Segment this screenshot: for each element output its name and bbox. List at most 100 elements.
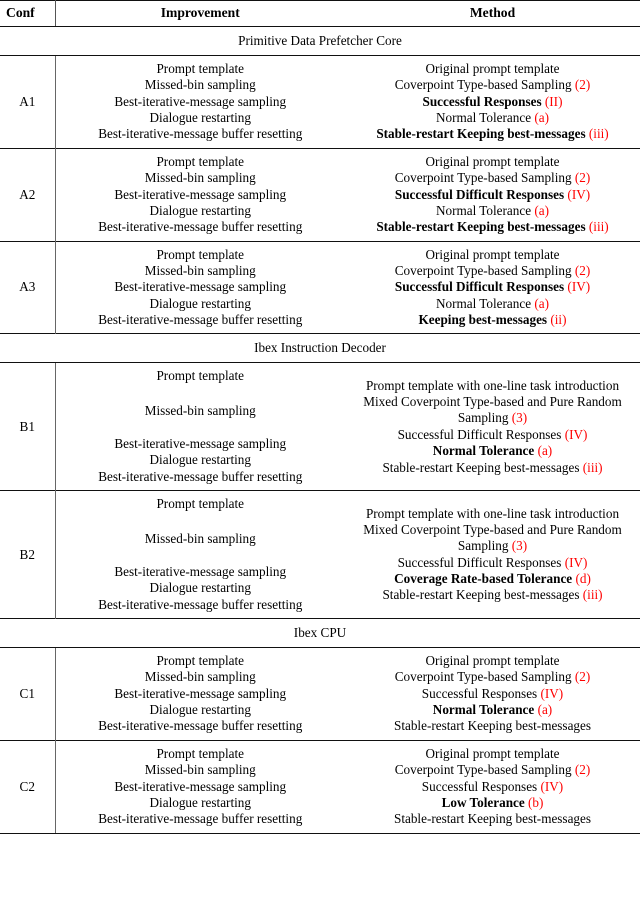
method-cell: Original prompt template Coverpoint Type-… bbox=[345, 739, 640, 834]
method-tag: (IV) bbox=[564, 554, 588, 570]
method-line: Stable-restart Keeping best-messages (ii… bbox=[349, 460, 636, 476]
table-row: B2 Prompt template Missed-bin sampling Best… bbox=[0, 490, 640, 619]
method-text: Original prompt template bbox=[425, 246, 560, 262]
method-line: Coverage Rate-based Tolerance (d) bbox=[349, 571, 636, 587]
improvement-line: Dialogue restarting bbox=[149, 202, 251, 218]
method-text: Coverage Rate-based Tolerance bbox=[394, 570, 573, 586]
method-line: Successful Responses (IV) bbox=[349, 779, 636, 795]
improvement-line: Dialogue restarting bbox=[149, 452, 251, 468]
improvement-cell: Prompt template Missed-bin sampling Best-i… bbox=[55, 490, 345, 619]
method-text: Stable-restart Keeping best-messages bbox=[393, 718, 591, 734]
method-line: Coverpoint Type-based Sampling (2) bbox=[349, 669, 636, 685]
improvement-line: Missed-bin sampling bbox=[144, 170, 256, 186]
header-row: Conf Improvement Method bbox=[0, 0, 640, 27]
method-line: Normal Tolerance (a) bbox=[349, 203, 636, 219]
method-text: Normal Tolerance bbox=[432, 443, 535, 459]
method-text: Successful Difficult Responses bbox=[397, 554, 562, 570]
method-tag: (2) bbox=[574, 762, 591, 778]
method-text: Prompt template with one-line task intro… bbox=[365, 505, 620, 521]
improvement-line: Prompt template bbox=[156, 496, 245, 512]
method-text: Successful Responses bbox=[421, 778, 538, 794]
method-text: Coverpoint Type-based Sampling bbox=[394, 762, 572, 778]
method-line: Stable-restart Keeping best-messages (ii… bbox=[349, 587, 636, 603]
method-tag: (a) bbox=[537, 702, 553, 718]
improvement-cell: Prompt template Missed-bin sampling Best-i… bbox=[55, 147, 345, 242]
improvement-line: Best-iterative-message sampling bbox=[114, 685, 287, 701]
method-line: Original prompt template bbox=[349, 653, 636, 669]
method-line: Original prompt template bbox=[349, 247, 636, 263]
method-text: Successful Responses bbox=[421, 685, 538, 701]
method-text: Low Tolerance bbox=[441, 794, 525, 810]
method-line: Original prompt template bbox=[349, 746, 636, 762]
conf-label: C1 bbox=[0, 647, 56, 741]
column-header-method: Method bbox=[345, 0, 640, 27]
method-cell: Original prompt template Coverpoint Type-… bbox=[345, 147, 640, 242]
method-line: Low Tolerance (b) bbox=[349, 795, 636, 811]
table-body: Primitive Data Prefetcher Core A1 Prompt t… bbox=[0, 26, 640, 834]
method-text: Stable-restart Keeping best-messages bbox=[393, 811, 591, 827]
method-line: Normal Tolerance (a) bbox=[349, 702, 636, 718]
improvement-line: Prompt template bbox=[156, 153, 245, 169]
improvement-cell: Prompt template Missed-bin sampling Best-i… bbox=[55, 363, 345, 491]
method-text: Original prompt template bbox=[425, 153, 560, 169]
section-header-row: Ibex CPU bbox=[0, 617, 640, 648]
method-line: Coverpoint Type-based Sampling (2) bbox=[349, 170, 636, 186]
improvement-cell: Prompt template Missed-bin sampling Best-i… bbox=[55, 56, 345, 149]
table-row: A1 Prompt template Missed-bin sampling Best… bbox=[0, 55, 640, 149]
table-header: Conf Improvement Method bbox=[0, 0, 640, 27]
method-tag: (ii) bbox=[550, 312, 567, 328]
improvement-line: Missed-bin sampling bbox=[144, 77, 256, 93]
method-text: Coverpoint Type-based Sampling bbox=[394, 669, 572, 685]
method-line: Mixed Coverpoint Type-based and Pure Ran… bbox=[349, 394, 636, 427]
method-tag: (iii) bbox=[588, 219, 609, 235]
method-tag: (iii) bbox=[582, 587, 603, 603]
method-line: Original prompt template bbox=[349, 61, 636, 77]
improvement-line: Best-iterative-message sampling bbox=[114, 279, 287, 295]
section-header-row: Primitive Data Prefetcher Core bbox=[0, 26, 640, 56]
method-cell: Prompt template with one-line task intro… bbox=[345, 490, 640, 619]
method-line: Stable-restart Keeping best-messages bbox=[349, 718, 636, 734]
method-tag: (2) bbox=[574, 669, 591, 685]
method-tag: (2) bbox=[574, 262, 591, 278]
method-text: Successful Difficult Responses bbox=[394, 186, 565, 202]
improvement-cell: Prompt template Missed-bin sampling Best-i… bbox=[55, 240, 345, 334]
method-line: Coverpoint Type-based Sampling (2) bbox=[349, 77, 636, 93]
method-text: Successful Responses bbox=[422, 93, 542, 109]
improvement-line: Missed-bin sampling bbox=[144, 669, 256, 685]
improvement-line: Dialogue restarting bbox=[149, 794, 251, 810]
method-tag: (iii) bbox=[582, 459, 603, 475]
conf-label: B2 bbox=[0, 490, 56, 619]
improvement-line: Best-iterative-message sampling bbox=[114, 436, 287, 452]
method-line: Successful Difficult Responses (IV) bbox=[349, 427, 636, 443]
conf-label: B1 bbox=[0, 362, 56, 491]
improvement-line: Prompt template bbox=[156, 246, 245, 262]
method-text: Mixed Coverpoint Type-based and Pure Ran… bbox=[363, 394, 622, 426]
improvement-line: Best-iterative-message sampling bbox=[114, 93, 287, 109]
method-text: Stable-restart Keeping best-messages bbox=[382, 459, 580, 475]
column-header-improvement: Improvement bbox=[55, 0, 345, 27]
section-title: Ibex Instruction Decoder bbox=[0, 333, 640, 364]
method-tag: (IV) bbox=[540, 685, 564, 701]
method-text: Stable-restart Keeping best-messages bbox=[382, 587, 580, 603]
improvement-line: Prompt template bbox=[156, 745, 245, 761]
conf-label: C2 bbox=[0, 739, 56, 834]
improvement-line: Best-iterative-message sampling bbox=[114, 186, 287, 202]
method-tag: (iii) bbox=[588, 126, 609, 142]
method-tag: (II) bbox=[544, 93, 563, 109]
method-cell: Prompt template with one-line task intro… bbox=[345, 363, 640, 491]
method-line: Coverpoint Type-based Sampling (2) bbox=[349, 762, 636, 778]
method-line: Successful Responses (II) bbox=[349, 94, 636, 110]
column-header-conf: Conf bbox=[0, 0, 56, 27]
improvement-line: Missed-bin sampling bbox=[144, 262, 256, 278]
method-line: Successful Difficult Responses (IV) bbox=[349, 187, 636, 203]
method-line: Normal Tolerance (a) bbox=[349, 443, 636, 459]
table-row: C2 Prompt template Missed-bin sampling Best… bbox=[0, 739, 640, 834]
improvement-line: Dialogue restarting bbox=[149, 702, 251, 718]
method-line: Coverpoint Type-based Sampling (2) bbox=[349, 263, 636, 279]
improvement-line: Best-iterative-message sampling bbox=[114, 563, 287, 579]
method-tag: (d) bbox=[575, 570, 591, 586]
improvement-line: Missed-bin sampling bbox=[144, 402, 256, 418]
improvement-line: Best-iterative-message buffer resetting bbox=[98, 126, 303, 142]
table-row: B1 Prompt template Missed-bin sampling Best… bbox=[0, 362, 640, 491]
method-line: Mixed Coverpoint Type-based and Pure Ran… bbox=[349, 522, 636, 555]
